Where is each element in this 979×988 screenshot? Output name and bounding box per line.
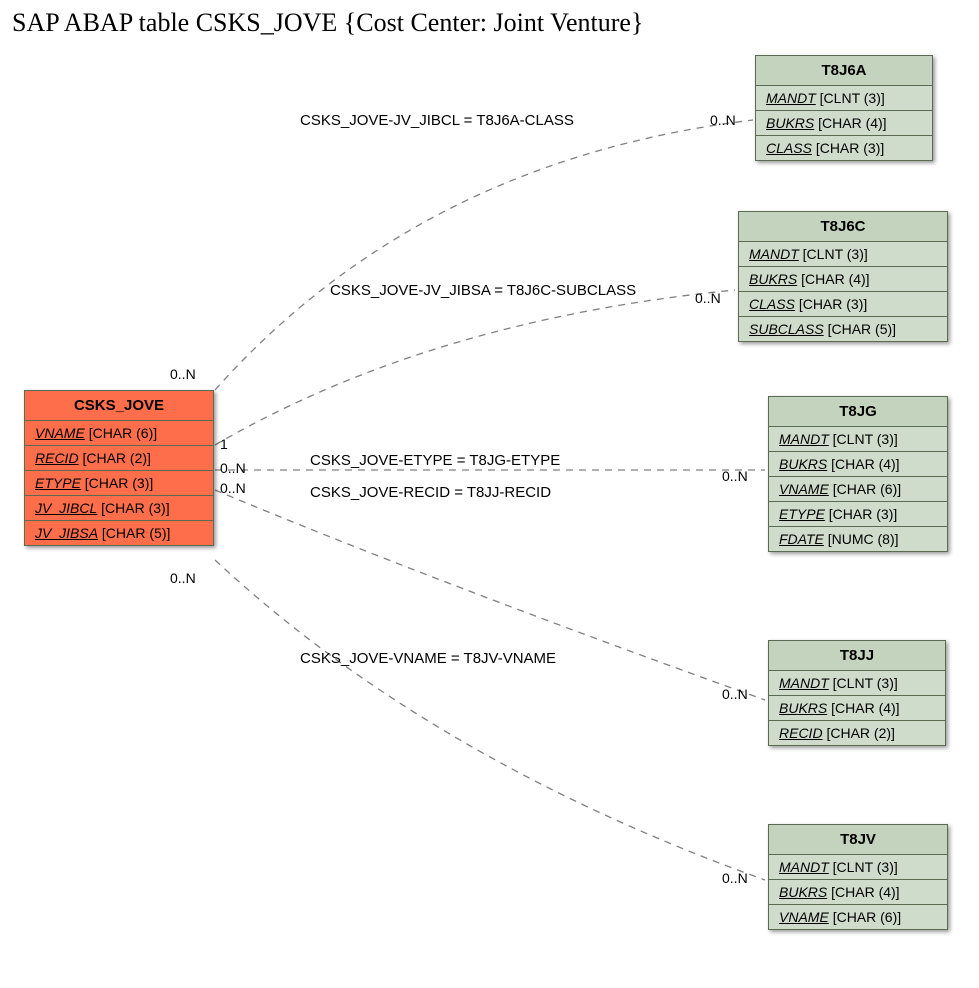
entity-csks-jove: CSKS_JOVE VNAME [CHAR (6)] RECID [CHAR (…: [24, 390, 214, 546]
relation-label: CSKS_JOVE-RECID = T8JJ-RECID: [310, 484, 551, 501]
entity-header: T8JJ: [769, 641, 945, 671]
entity-field: RECID [CHAR (2)]: [25, 446, 213, 471]
entity-t8jv: T8JV MANDT [CLNT (3)] BUKRS [CHAR (4)] V…: [768, 824, 948, 930]
entity-field: JV_JIBSA [CHAR (5)]: [25, 521, 213, 545]
entity-header: CSKS_JOVE: [25, 391, 213, 421]
diagram-canvas: SAP ABAP table CSKS_JOVE {Cost Center: J…: [0, 0, 979, 988]
entity-field: BUKRS [CHAR (4)]: [769, 880, 947, 905]
entity-field: ETYPE [CHAR (3)]: [769, 502, 947, 527]
entity-field: BUKRS [CHAR (4)]: [756, 111, 932, 136]
relation-label: CSKS_JOVE-JV_JIBCL = T8J6A-CLASS: [300, 112, 574, 129]
cardinality-label: 0..N: [220, 460, 246, 476]
cardinality-label: 0..N: [722, 686, 748, 702]
entity-field: FDATE [NUMC (8)]: [769, 527, 947, 551]
cardinality-label: 1: [220, 436, 228, 452]
entity-field: BUKRS [CHAR (4)]: [769, 696, 945, 721]
relation-label: CSKS_JOVE-ETYPE = T8JG-ETYPE: [310, 452, 560, 469]
cardinality-label: 0..N: [170, 570, 196, 586]
page-title: SAP ABAP table CSKS_JOVE {Cost Center: J…: [12, 8, 643, 38]
entity-field: MANDT [CLNT (3)]: [769, 855, 947, 880]
entity-field: VNAME [CHAR (6)]: [25, 421, 213, 446]
relation-label: CSKS_JOVE-VNAME = T8JV-VNAME: [300, 650, 556, 667]
entity-field: BUKRS [CHAR (4)]: [739, 267, 947, 292]
entity-field: MANDT [CLNT (3)]: [769, 427, 947, 452]
entity-t8jj: T8JJ MANDT [CLNT (3)] BUKRS [CHAR (4)] R…: [768, 640, 946, 746]
cardinality-label: 0..N: [722, 468, 748, 484]
entity-field: JV_JIBCL [CHAR (3)]: [25, 496, 213, 521]
entity-field: RECID [CHAR (2)]: [769, 721, 945, 745]
entity-t8j6c: T8J6C MANDT [CLNT (3)] BUKRS [CHAR (4)] …: [738, 211, 948, 342]
entity-field: VNAME [CHAR (6)]: [769, 477, 947, 502]
entity-field: MANDT [CLNT (3)]: [769, 671, 945, 696]
cardinality-label: 0..N: [710, 112, 736, 128]
entity-field: ETYPE [CHAR (3)]: [25, 471, 213, 496]
entity-header: T8JG: [769, 397, 947, 427]
entity-field: CLASS [CHAR (3)]: [739, 292, 947, 317]
relation-label: CSKS_JOVE-JV_JIBSA = T8J6C-SUBCLASS: [330, 282, 636, 299]
entity-field: VNAME [CHAR (6)]: [769, 905, 947, 929]
entity-field: SUBCLASS [CHAR (5)]: [739, 317, 947, 341]
entity-header: T8JV: [769, 825, 947, 855]
cardinality-label: 0..N: [722, 870, 748, 886]
entity-field: BUKRS [CHAR (4)]: [769, 452, 947, 477]
cardinality-label: 0..N: [170, 366, 196, 382]
entity-field: MANDT [CLNT (3)]: [739, 242, 947, 267]
entity-t8j6a: T8J6A MANDT [CLNT (3)] BUKRS [CHAR (4)] …: [755, 55, 933, 161]
entity-field: MANDT [CLNT (3)]: [756, 86, 932, 111]
cardinality-label: 0..N: [220, 480, 246, 496]
entity-header: T8J6C: [739, 212, 947, 242]
entity-header: T8J6A: [756, 56, 932, 86]
entity-t8jg: T8JG MANDT [CLNT (3)] BUKRS [CHAR (4)] V…: [768, 396, 948, 552]
entity-field: CLASS [CHAR (3)]: [756, 136, 932, 160]
cardinality-label: 0..N: [695, 290, 721, 306]
